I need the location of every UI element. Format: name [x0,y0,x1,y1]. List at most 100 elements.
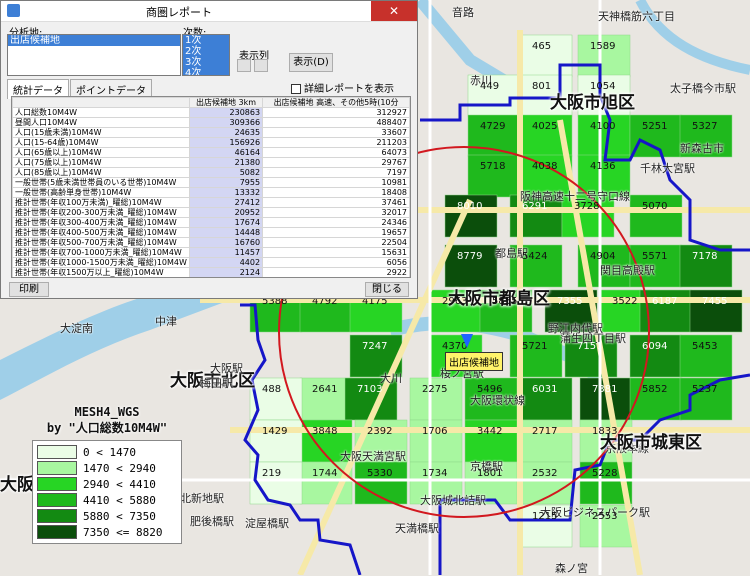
table-row[interactable]: 推計世帯(年収1500万以上_曜総)10M4W 2124 2922 [12,267,410,277]
display-button[interactable]: 表示(D) [289,53,333,72]
col-left-button[interactable] [237,59,251,72]
mesh-value: 4025 [532,121,558,132]
mesh-value: 5228 [592,468,618,479]
table-cell: 推計世帯(年収総)10M4W [13,278,190,279]
legend-label: 7350 <= 8820 [83,525,163,539]
title-bar[interactable]: 商圏レポート ✕ [1,1,417,22]
table-cell: 20952 [188,207,264,218]
col-right-button[interactable] [254,59,268,72]
store-pin-label[interactable]: 出店候補地 [445,352,503,371]
mesh-value: 801 [532,81,552,92]
legend-swatch [37,477,77,491]
order-item-3[interactable]: 3次 [183,57,229,68]
store-pin-icon[interactable] [461,334,473,348]
order-item-2[interactable]: 2次 [183,46,229,57]
detail-checkbox[interactable] [291,84,301,94]
mesh-value: 3442 [477,426,503,437]
table-row[interactable]: 推計世帯(年収300-400万未満_曜総)10M4W 17674 24346 [12,217,410,228]
table-row[interactable]: 昼間人口10M4W 309366 488407 [12,117,410,128]
table-cell: 22504 [262,237,410,248]
mesh-value: 2553 [592,511,618,522]
mesh-value: 3728 [574,201,600,212]
mesh-value: 1833 [592,426,618,437]
table-row[interactable]: 推計世帯(年収100万未満)_曜総)10M4W 27412 37461 [12,197,410,208]
table-cell: 309366 [188,117,264,128]
table-cell: 推計世帯(年収200-300万未満_曜総)10M4W [12,207,190,218]
table-row[interactable]: 人口(85歳以上)10M4W 5082 7197 [12,167,410,178]
table-cell: 29767 [262,157,410,168]
mesh-value: 2717 [532,426,558,437]
table-header[interactable]: 出店候補地 高速、その他5時(10分 [262,97,410,108]
table-cell: 推計世帯(年収1500万以上_曜総)10M4W [12,267,190,277]
detail-checkbox-row[interactable]: 詳細レポートを表示 [291,80,394,95]
mesh-value: 449 [480,81,500,92]
analysis-item[interactable]: 出店候補地 [8,35,180,46]
legend-row: 0 < 1470 [37,444,177,460]
table-row[interactable]: 人口(65歳以上)10M4W 46164 64073 [12,147,410,158]
mesh-value: 3522 [612,296,638,307]
close-button[interactable]: 閉じる [365,282,409,297]
table-cell: 312927 [262,107,410,118]
table-row[interactable]: 人口(15歳未満)10M4W 24635 33607 [12,127,410,138]
map-place-label: 北新地駅 [180,492,224,505]
mesh-value: 1734 [422,468,448,479]
table-cell: ... [263,278,410,279]
analysis-listbox[interactable]: 出店候補地 [7,34,181,76]
mesh-value: 7247 [362,341,388,352]
table-header[interactable]: 出店候補地 3km [188,97,264,108]
order-item-4[interactable]: 4次 [183,68,229,75]
table-row[interactable]: 推計世帯(年収500-700万未満_曜総)10M4W 16760 22504 [12,237,410,248]
table-row[interactable]: 人口(15-64歳)10M4W 156926 211203 [12,137,410,148]
table-cell: 2922 [262,267,410,277]
legend-swatch [37,445,77,459]
mesh-value: 4100 [590,121,616,132]
map-place-label: 中津 [155,315,177,328]
mesh-value: 3848 [312,426,338,437]
mesh-value: 5424 [522,251,548,262]
table-row[interactable]: 一般世帯(高齢単身世帯)10M4W 13332 18408 [12,187,410,198]
mesh-value: 5070 [642,201,668,212]
legend-row: 4410 < 5880 [37,492,177,508]
mesh-value: 6291 [522,201,548,212]
table-row[interactable]: 推計世帯(年収200-300万未満_曜総)10M4W 20952 32017 [12,207,410,218]
table-row[interactable]: 推計世帯(年収総)10M4W50987... [13,278,410,279]
mesh-value: 5453 [692,341,718,352]
table-row[interactable]: 推計世帯(年収700-1000万未満_曜総)10M4W 11457 15631 [12,247,410,258]
table-row[interactable]: 一般世帯(5歳未満世帯員のいる世帯)10M4W 7955 10981 [12,177,410,188]
table-row[interactable]: 人口総数10M4W 230863 312927 [12,107,410,118]
table-cell: 17674 [188,217,264,228]
mesh-value: 5721 [522,341,548,352]
mesh-value: 2641 [312,384,338,395]
table-header[interactable] [12,97,190,108]
table-cell: 6056 [262,257,410,268]
legend-row: 1470 < 2940 [37,460,177,476]
table-cell: 人口総数10M4W [12,107,190,118]
map-place-label: 大川 [380,372,402,385]
table-cell: 32017 [262,207,410,218]
mesh-value: 219 [262,468,282,479]
order-item-1[interactable]: 1次 [183,35,229,46]
report-window[interactable]: 商圏レポート ✕ 分析地: 出店候補地 次数: 1次2次3次4次5次 表示列 表… [0,0,418,299]
order-listbox[interactable]: 1次2次3次4次5次 [182,34,230,76]
mesh-value: 5718 [480,161,506,172]
table-cell: 人口(75歳以上)10M4W [12,157,190,168]
legend-title: MESH4_WGS [74,405,140,419]
legend-label: 1470 < 2940 [83,461,156,475]
table-cell: 推計世帯(年収300-400万未満_曜総)10M4W [12,217,190,228]
table-cell: 15631 [262,247,410,258]
table-cell: 推計世帯(年収500-700万未満_曜総)10M4W [12,237,190,248]
mesh-value: 5496 [477,384,503,395]
legend-row: 2940 < 4410 [37,476,177,492]
mesh-value: 1801 [477,468,503,479]
table-cell: 2124 [188,267,264,277]
close-icon[interactable]: ✕ [371,1,417,21]
legend-label: 2940 < 4410 [83,477,156,491]
map-place-label: 音路 [452,6,474,19]
table-row[interactable]: 人口(75歳以上)10M4W 21380 29767 [12,157,410,168]
table-row[interactable]: 推計世帯(年収400-500万未満_曜総)10M4W 14448 19657 [12,227,410,238]
detail-checkbox-label: 詳細レポートを表示 [304,84,394,95]
table-row[interactable]: 推計世帯(年収1000-1500万未満_曜総)10M4W 4402 6056 [12,257,410,268]
mesh-value: 1744 [312,468,338,479]
stats-table[interactable]: 出店候補地 3km 出店候補地 高速、その他5時(10分 人口総数10M4W 2308… [11,96,411,278]
print-button[interactable]: 印刷 [9,282,49,297]
